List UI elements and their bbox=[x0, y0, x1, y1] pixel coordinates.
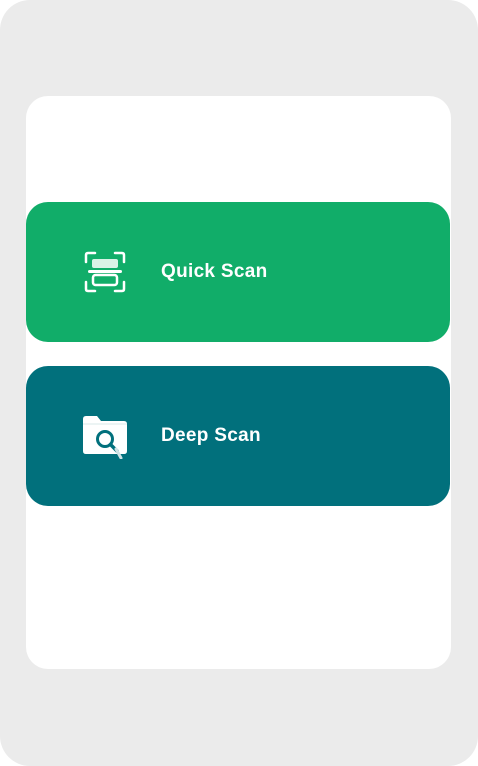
deep-scan-label: Deep Scan bbox=[161, 425, 261, 446]
folder-search-icon bbox=[80, 411, 130, 461]
deep-scan-button[interactable]: Deep Scan bbox=[26, 366, 450, 506]
device-frame: Quick Scan Deep Scan bbox=[0, 0, 478, 766]
quick-scan-label: Quick Scan bbox=[161, 261, 268, 282]
scanner-icon bbox=[80, 247, 130, 297]
quick-scan-button[interactable]: Quick Scan bbox=[26, 202, 450, 342]
